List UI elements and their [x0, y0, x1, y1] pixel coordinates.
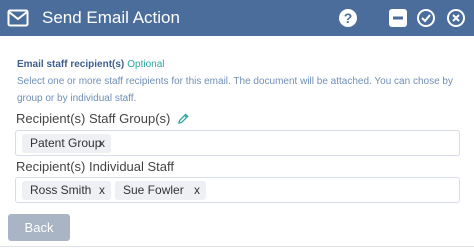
individual-staff-field[interactable]: Ross Smith x Sue Fowler x [15, 177, 460, 203]
svg-text:?: ? [344, 10, 353, 26]
staff-groups-label: Recipient(s) Staff Group(s) [16, 111, 189, 127]
edit-icon[interactable] [178, 112, 189, 127]
individual-staff-label: Recipient(s) Individual Staff [16, 159, 175, 174]
back-button[interactable]: Back [8, 214, 70, 241]
title-bar: Send Email Action ? [0, 0, 474, 36]
remove-tag-icon[interactable]: x [99, 181, 105, 200]
section-title-text: Email staff recipient(s) [17, 59, 125, 70]
group-tag: Patent Group x [22, 134, 111, 153]
staff-tag-label: Ross Smith [30, 183, 92, 197]
minimize-icon[interactable] [388, 8, 408, 28]
cancel-icon[interactable] [446, 8, 466, 28]
staff-groups-label-text: Recipient(s) Staff Group(s) [16, 111, 171, 126]
optional-badge: Optional [127, 59, 165, 70]
help-icon[interactable]: ? [338, 8, 358, 28]
staff-tag: Ross Smith x [22, 181, 111, 200]
group-tag-label: Patent Group [30, 136, 102, 150]
window-title: Send Email Action [42, 8, 180, 27]
confirm-icon[interactable] [416, 8, 436, 28]
remove-tag-icon[interactable]: x [99, 134, 105, 153]
section-title: Email staff recipient(s) Optional [17, 59, 165, 70]
staff-tag-label: Sue Fowler [123, 183, 184, 197]
staff-tag: Sue Fowler x [115, 181, 206, 200]
bottom-divider [0, 246, 474, 247]
mail-icon [7, 9, 29, 32]
section-description: Select one or more staff recipients for … [17, 76, 453, 104]
remove-tag-icon[interactable]: x [194, 181, 200, 200]
staff-groups-field[interactable]: Patent Group x [15, 130, 460, 156]
